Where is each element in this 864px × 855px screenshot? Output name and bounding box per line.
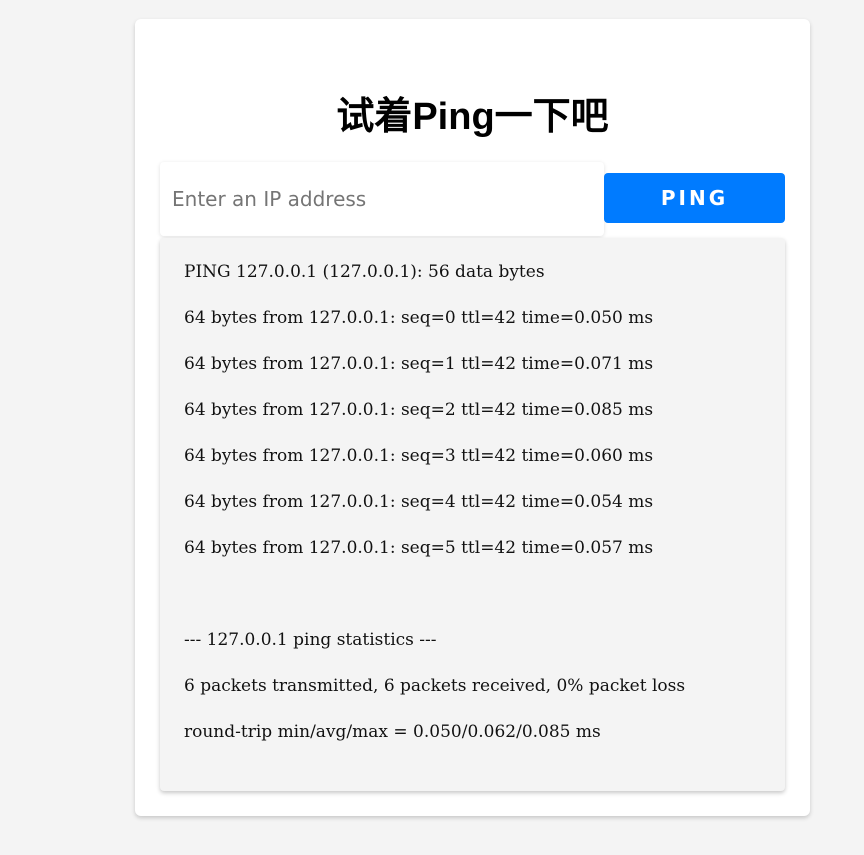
output-line: --- 127.0.0.1 ping statistics --- <box>184 630 437 650</box>
page-title: 试着Ping一下吧 <box>336 96 609 138</box>
output-line: 64 bytes from 127.0.0.1: seq=3 ttl=42 ti… <box>184 446 654 466</box>
output-line: 64 bytes from 127.0.0.1: seq=5 ttl=42 ti… <box>184 538 654 558</box>
output-line: 6 packets transmitted, 6 packets receive… <box>184 676 686 696</box>
output-line: 64 bytes from 127.0.0.1: seq=0 ttl=42 ti… <box>184 308 654 328</box>
ping-card: 试着Ping一下吧 PING PING 127.0.0.1 (127.0.0.1… <box>135 19 810 816</box>
ip-address-input[interactable] <box>160 162 604 236</box>
output-line: round-trip min/avg/max = 0.050/0.062/0.0… <box>184 722 601 742</box>
output-line: 64 bytes from 127.0.0.1: seq=1 ttl=42 ti… <box>184 354 654 374</box>
output-line: 64 bytes from 127.0.0.1: seq=2 ttl=42 ti… <box>184 400 654 420</box>
output-line-blank <box>184 582 761 628</box>
output-line: PING 127.0.0.1 (127.0.0.1): 56 data byte… <box>184 262 545 282</box>
output-line: 64 bytes from 127.0.0.1: seq=4 ttl=42 ti… <box>184 492 654 512</box>
ping-button[interactable]: PING <box>604 173 785 223</box>
ping-output: PING 127.0.0.1 (127.0.0.1): 56 data byte… <box>160 238 785 791</box>
